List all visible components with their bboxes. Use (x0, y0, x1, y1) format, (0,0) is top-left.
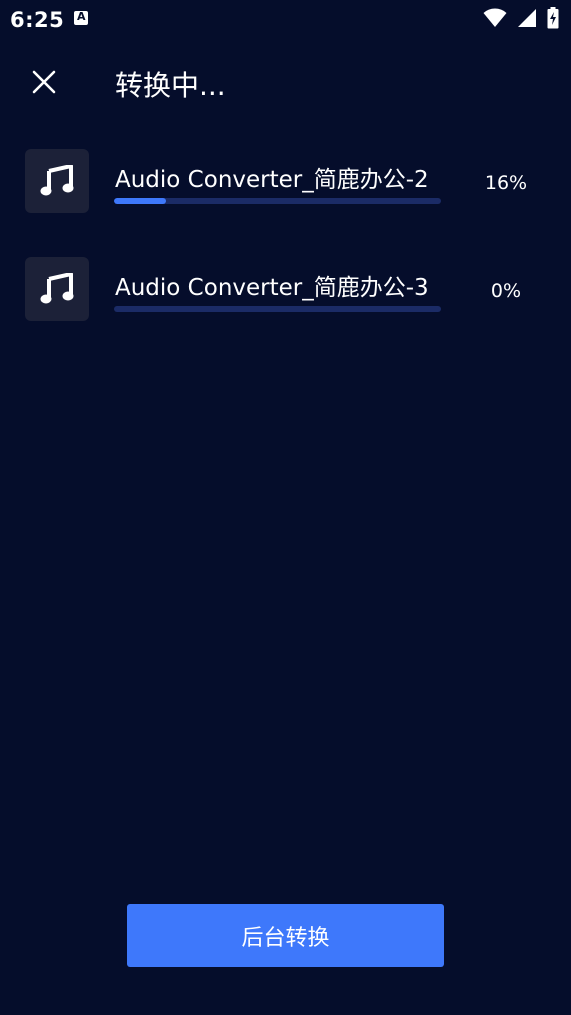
status-icons (483, 7, 559, 29)
music-note-icon (40, 165, 74, 196)
progress-fill (114, 198, 167, 204)
progress-bar (114, 306, 441, 312)
file-thumbnail (25, 149, 89, 213)
status-time: 6:25 (10, 8, 65, 32)
progress-percent: 0% (490, 280, 522, 302)
file-thumbnail (25, 257, 89, 321)
file-item: Audio Converter_简鹿办公-3 0% (0, 256, 571, 364)
page-title: 转换中... (115, 69, 226, 102)
notification-icon: A (74, 10, 88, 25)
close-icon (32, 70, 56, 94)
wifi-icon (483, 8, 507, 27)
status-bar: 6:25 A (0, 0, 571, 40)
close-button[interactable] (22, 60, 66, 104)
file-list: Audio Converter_简鹿办公-2 16% Audio Convert… (0, 148, 571, 364)
app-header: 转换中... (0, 50, 571, 116)
music-note-icon (40, 273, 74, 304)
file-name: Audio Converter_简鹿办公-3 (115, 275, 429, 301)
file-item: Audio Converter_简鹿办公-2 16% (0, 148, 571, 256)
background-convert-button[interactable]: 后台转换 (127, 904, 444, 967)
notification-glyph: A (77, 10, 86, 23)
file-name: Audio Converter_简鹿办公-2 (115, 167, 429, 193)
progress-percent: 16% (484, 172, 528, 194)
battery-charging-icon (547, 7, 559, 29)
signal-icon (518, 9, 536, 27)
progress-bar (114, 198, 441, 204)
